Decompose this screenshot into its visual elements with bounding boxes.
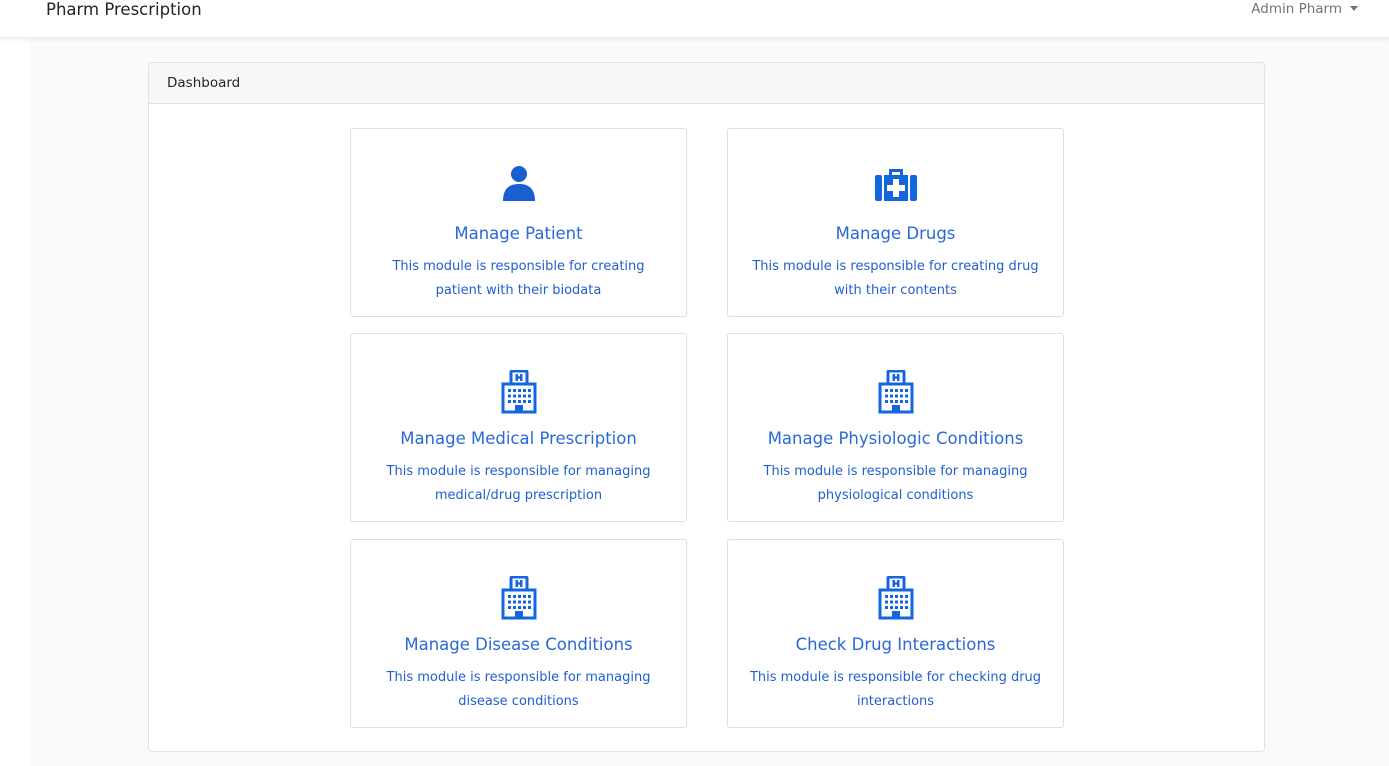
tile-manage-disease-conditions[interactable]: Manage Disease Conditions This module is… [350, 539, 687, 728]
main-content: Dashboard Manage Patient This module is … [30, 38, 1389, 766]
tile-manage-medical-prescription[interactable]: Manage Medical Prescription This module … [350, 333, 687, 522]
user-name: Admin Pharm [1251, 1, 1342, 17]
tile-description: This module is responsible for managing … [763, 464, 1028, 503]
tile-manage-patient[interactable]: Manage Patient This module is responsibl… [350, 128, 687, 317]
hospital-icon [351, 576, 686, 620]
tile-title: Manage Medical Prescription [400, 429, 637, 448]
tile-description: This module is responsible for checking … [749, 670, 1042, 709]
hospital-icon [728, 576, 1063, 620]
tile-description: This module is responsible for creating … [392, 259, 645, 298]
app-brand[interactable]: Pharm Prescription [46, 0, 202, 19]
tile-description: This module is responsible for creating … [752, 259, 1039, 298]
tile-title: Manage Disease Conditions [404, 635, 633, 654]
chevron-down-icon [1350, 5, 1358, 11]
tile-manage-physiologic-conditions[interactable]: Manage Physiologic Conditions This modul… [727, 333, 1064, 522]
dashboard-card: Dashboard Manage Patient This module is … [148, 62, 1265, 752]
card-header: Dashboard [149, 63, 1264, 104]
tile-check-drug-interactions[interactable]: Check Drug Interactions This module is r… [727, 539, 1064, 728]
hospital-icon [728, 370, 1063, 414]
user-menu-dropdown[interactable]: Admin Pharm [1251, 1, 1358, 17]
tile-manage-drugs[interactable]: Manage Drugs This module is responsible … [727, 128, 1064, 317]
tile-title: Check Drug Interactions [795, 635, 996, 654]
top-navbar: Pharm Prescription Admin Pharm [0, 0, 1389, 38]
hospital-icon [351, 370, 686, 414]
tile-description: This module is responsible for managing … [386, 670, 651, 709]
medkit-icon [728, 165, 1063, 203]
user-icon [351, 165, 686, 203]
tile-title: Manage Patient [454, 224, 583, 243]
tile-title: Manage Drugs [835, 224, 956, 243]
tile-description: This module is responsible for managing … [386, 464, 651, 503]
tile-title: Manage Physiologic Conditions [767, 429, 1024, 448]
